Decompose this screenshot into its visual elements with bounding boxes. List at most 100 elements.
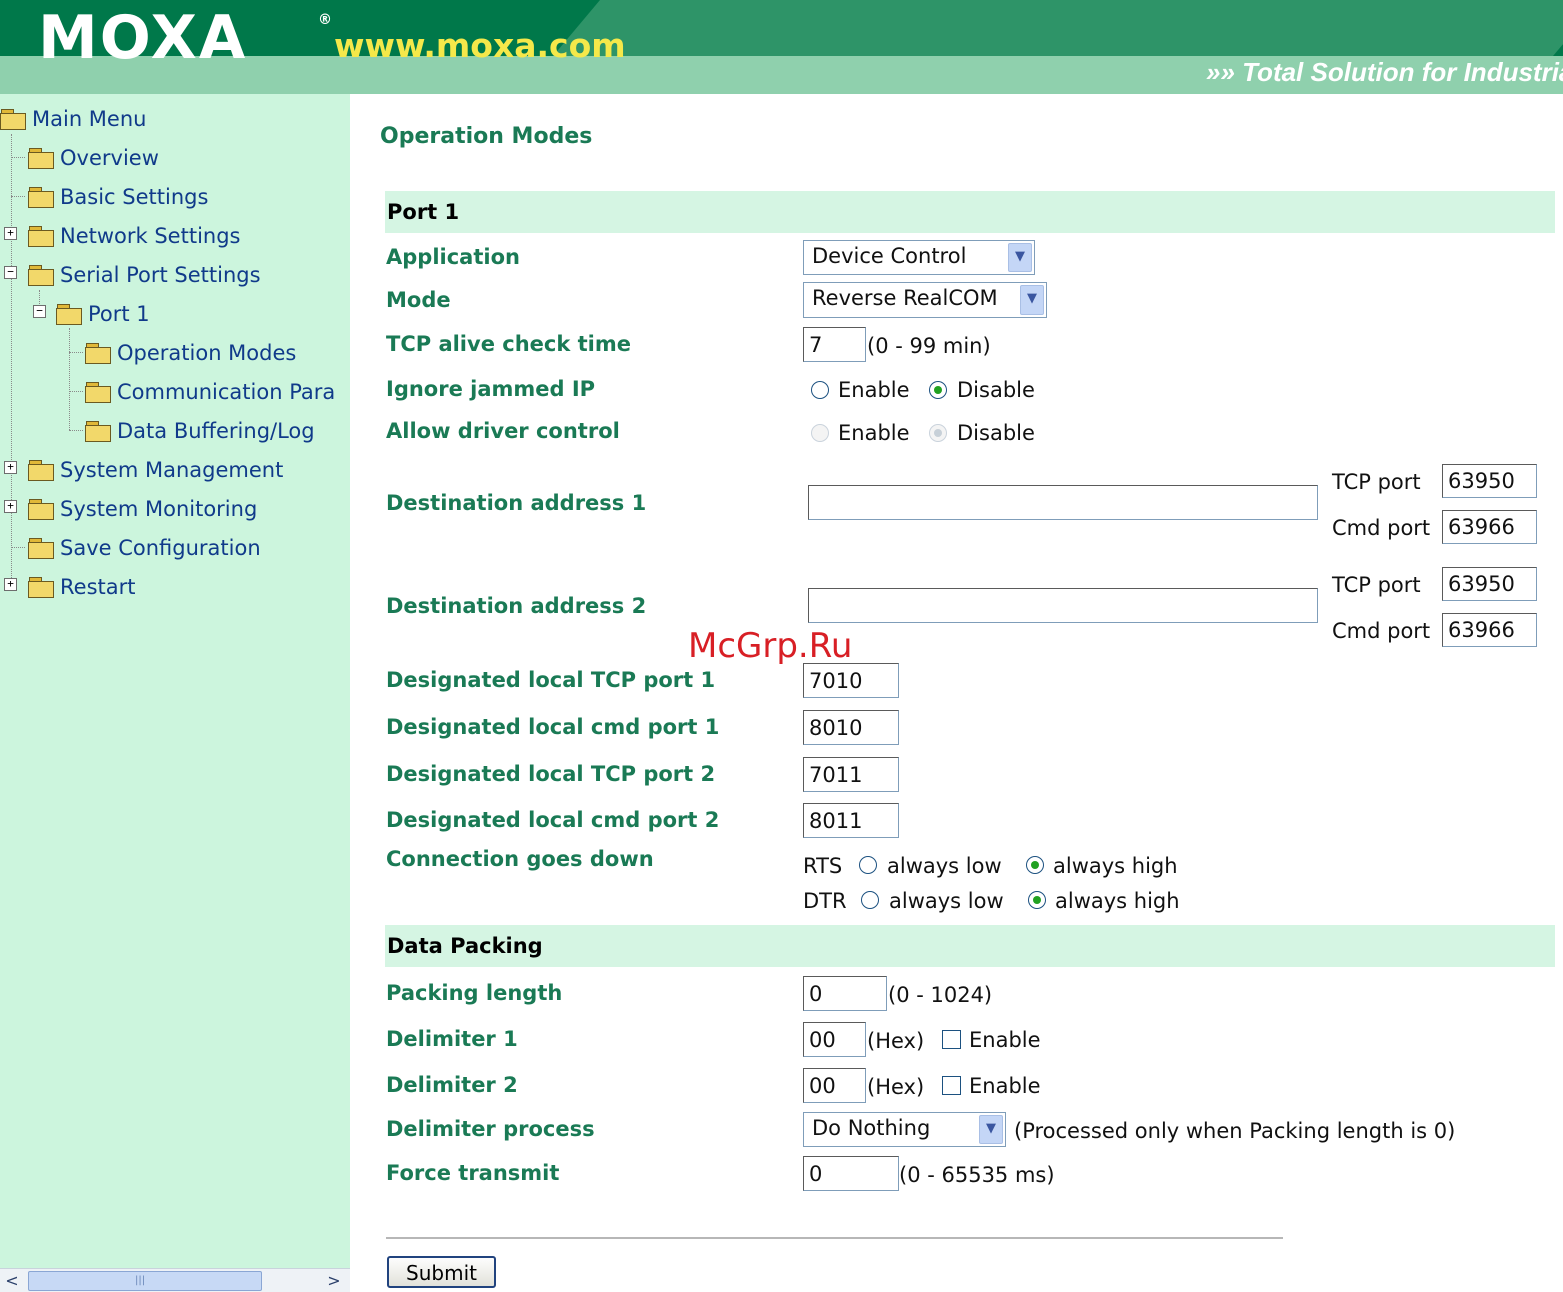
dest1-cmd-label: Cmd port	[1332, 516, 1431, 540]
sidebar-tree: Main Menu Overview Basic Settings + Netw…	[0, 94, 350, 1291]
delim2-unit: (Hex)	[867, 1075, 925, 1099]
sidebar-item-basic-settings[interactable]: Basic Settings	[28, 182, 208, 212]
local-tcp2-label: Designated local TCP port 2	[386, 762, 716, 786]
sidebar-item-label: Save Configuration	[60, 536, 261, 560]
dtr-always-low-label: always low	[889, 889, 1004, 913]
sidebar-horizontal-scrollbar[interactable]: < ||| >	[0, 1268, 350, 1292]
sidebar-item-main-menu[interactable]: Main Menu	[0, 104, 146, 134]
mode-value: Reverse RealCOM	[812, 286, 998, 310]
delim2-input[interactable]	[803, 1068, 866, 1103]
rts-always-high-radio[interactable]	[1026, 856, 1044, 874]
dtr-always-low-radio[interactable]	[861, 891, 879, 909]
local-cmd2-input[interactable]	[803, 803, 899, 838]
expand-icon[interactable]: +	[4, 461, 17, 474]
slogan: »» Total Solution for Industrial	[1206, 57, 1563, 87]
dest2-input[interactable]	[808, 588, 1318, 623]
allow-driver-disable-label: Disable	[957, 421, 1035, 445]
tcp-alive-hint: (0 - 99 min)	[867, 334, 991, 358]
conn-down-label: Connection goes down	[386, 847, 654, 871]
expand-icon[interactable]: +	[4, 500, 17, 513]
local-cmd1-input[interactable]	[803, 710, 899, 745]
delim-process-select[interactable]: Do Nothing ▼	[803, 1112, 1006, 1147]
scrollbar-thumb[interactable]: |||	[28, 1271, 262, 1291]
sidebar-item-restart[interactable]: Restart	[28, 572, 135, 602]
sidebar-item-label: Serial Port Settings	[60, 263, 261, 287]
sidebar-item-system-monitoring[interactable]: System Monitoring	[28, 494, 257, 524]
expand-icon[interactable]: +	[4, 227, 17, 240]
ignore-jammed-disable-radio[interactable]	[929, 381, 947, 399]
open-folder-icon	[28, 265, 54, 286]
application-value: Device Control	[812, 244, 967, 268]
sidebar-item-label: System Monitoring	[60, 497, 258, 521]
expand-icon[interactable]: +	[4, 578, 17, 591]
allow-driver-label: Allow driver control	[386, 419, 620, 443]
dtr-label: DTR	[803, 889, 847, 913]
collapse-icon[interactable]: −	[33, 305, 46, 318]
folder-icon	[28, 538, 54, 559]
mode-select[interactable]: Reverse RealCOM ▼	[803, 282, 1047, 318]
dest1-cmd-input[interactable]	[1442, 510, 1537, 544]
delim1-input[interactable]	[803, 1022, 866, 1057]
sidebar-item-overview[interactable]: Overview	[28, 143, 159, 173]
sidebar-item-communication-parameters[interactable]: Communication Para	[85, 377, 335, 407]
page-title: Operation Modes	[380, 124, 593, 149]
tcp-alive-input[interactable]	[803, 327, 866, 362]
local-tcp2-input[interactable]	[803, 757, 899, 792]
sidebar-item-save-configuration[interactable]: Save Configuration	[28, 533, 261, 563]
delim-process-label: Delimiter process	[386, 1117, 595, 1141]
rts-always-low-radio[interactable]	[859, 856, 877, 874]
sidebar-item-system-management[interactable]: System Management	[28, 455, 283, 485]
sidebar-item-port-1[interactable]: Port 1	[56, 299, 150, 329]
scroll-right-arrow-icon[interactable]: >	[322, 1271, 346, 1290]
dest2-tcp-label: TCP port	[1332, 573, 1421, 597]
folder-icon	[28, 226, 54, 247]
sidebar-item-data-buffering[interactable]: Data Buffering/Log	[85, 416, 315, 446]
sidebar-item-label: Overview	[60, 146, 159, 170]
dest2-cmd-label: Cmd port	[1332, 619, 1431, 643]
sidebar-item-network-settings[interactable]: Network Settings	[28, 221, 241, 251]
local-tcp1-input[interactable]	[803, 663, 899, 698]
tcp-alive-label: TCP alive check time	[386, 332, 631, 356]
force-transmit-input[interactable]	[803, 1156, 899, 1191]
tree-line	[69, 430, 83, 431]
rts-always-low-label: always low	[887, 854, 1002, 878]
submit-button[interactable]: Submit	[387, 1256, 496, 1288]
delim2-enable-checkbox[interactable]	[942, 1076, 961, 1095]
allow-driver-disable-radio	[929, 424, 947, 442]
mode-label: Mode	[386, 288, 451, 312]
moxa-logo: MOXA	[38, 3, 248, 73]
dtr-always-high-radio[interactable]	[1028, 891, 1046, 909]
delim1-label: Delimiter 1	[386, 1027, 518, 1051]
dest1-input[interactable]	[808, 485, 1318, 520]
section-title: Data Packing	[387, 934, 543, 958]
header-wedge	[553, 0, 1563, 56]
dest2-tcp-input[interactable]	[1442, 567, 1537, 601]
dest1-label: Destination address 1	[386, 491, 647, 515]
sidebar-item-serial-port-settings[interactable]: Serial Port Settings	[28, 260, 261, 290]
folder-icon	[28, 577, 54, 598]
collapse-icon[interactable]: −	[4, 266, 17, 279]
delim1-enable-checkbox[interactable]	[942, 1030, 961, 1049]
folder-icon	[28, 187, 54, 208]
packing-length-input[interactable]	[803, 976, 887, 1011]
delim-process-hint: (Processed only when Packing length is 0…	[1014, 1119, 1456, 1143]
delim-process-value: Do Nothing	[812, 1116, 931, 1140]
open-folder-icon	[0, 109, 26, 130]
allow-driver-enable-radio	[811, 424, 829, 442]
dtr-always-high-label: always high	[1055, 889, 1180, 913]
folder-icon	[28, 460, 54, 481]
tree-line	[11, 134, 12, 586]
local-tcp1-label: Designated local TCP port 1	[386, 668, 716, 692]
scroll-left-arrow-icon[interactable]: <	[0, 1271, 24, 1290]
ignore-jammed-enable-radio[interactable]	[811, 381, 829, 399]
scrollbar-grip-icon: |||	[135, 1275, 146, 1286]
registered-mark: ®	[318, 12, 332, 28]
local-cmd2-label: Designated local cmd port 2	[386, 808, 720, 832]
dest1-tcp-input[interactable]	[1442, 464, 1537, 498]
tree-line	[69, 328, 70, 430]
application-select[interactable]: Device Control ▼	[803, 240, 1035, 275]
sidebar-item-operation-modes[interactable]: Operation Modes	[85, 338, 296, 368]
dest2-cmd-input[interactable]	[1442, 613, 1537, 647]
chevron-down-icon: ▼	[979, 1115, 1003, 1144]
watermark: McGrp.Ru	[688, 626, 853, 666]
